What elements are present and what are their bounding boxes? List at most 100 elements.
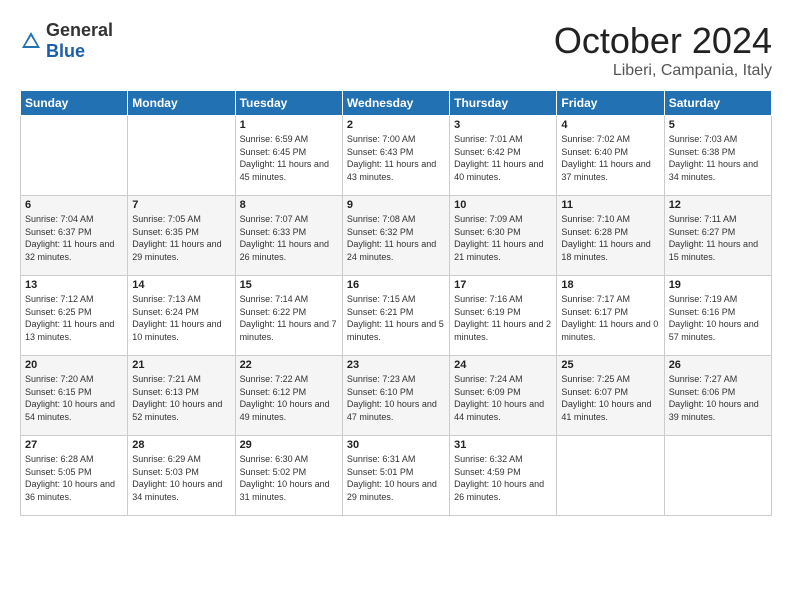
day-info: Sunrise: 7:03 AMSunset: 6:38 PMDaylight:…	[669, 133, 767, 183]
week-row: 27 Sunrise: 6:28 AMSunset: 5:05 PMDayligh…	[21, 436, 772, 516]
day-info: Sunrise: 7:12 AMSunset: 6:25 PMDaylight:…	[25, 293, 123, 343]
day-info: Sunrise: 7:24 AMSunset: 6:09 PMDaylight:…	[454, 373, 552, 423]
calendar-cell: 19 Sunrise: 7:19 AMSunset: 6:16 PMDayligh…	[664, 276, 771, 356]
day-number: 6	[25, 199, 123, 211]
day-number: 5	[669, 119, 767, 131]
week-row: 1 Sunrise: 6:59 AMSunset: 6:45 PMDaylight…	[21, 116, 772, 196]
day-number: 9	[347, 199, 445, 211]
day-number: 30	[347, 439, 445, 451]
day-info: Sunrise: 7:19 AMSunset: 6:16 PMDaylight:…	[669, 293, 767, 343]
calendar-cell: 2 Sunrise: 7:00 AMSunset: 6:43 PMDaylight…	[342, 116, 449, 196]
day-info: Sunrise: 7:13 AMSunset: 6:24 PMDaylight:…	[132, 293, 230, 343]
calendar-cell: 28 Sunrise: 6:29 AMSunset: 5:03 PMDayligh…	[128, 436, 235, 516]
day-number: 27	[25, 439, 123, 451]
day-number: 26	[669, 359, 767, 371]
day-number: 14	[132, 279, 230, 291]
calendar-cell: 13 Sunrise: 7:12 AMSunset: 6:25 PMDayligh…	[21, 276, 128, 356]
day-number: 31	[454, 439, 552, 451]
day-info: Sunrise: 7:01 AMSunset: 6:42 PMDaylight:…	[454, 133, 552, 183]
day-number: 21	[132, 359, 230, 371]
calendar-cell: 4Sunrise: 7:02 AMSunset: 6:40 PMDaylight…	[557, 116, 664, 196]
calendar-cell: 17Sunrise: 7:16 AMSunset: 6:19 PMDayligh…	[450, 276, 557, 356]
day-info: Sunrise: 6:59 AMSunset: 6:45 PMDaylight:…	[240, 133, 338, 183]
calendar-cell: 21 Sunrise: 7:21 AMSunset: 6:13 PMDayligh…	[128, 356, 235, 436]
day-info: Sunrise: 7:10 AMSunset: 6:28 PMDaylight:…	[561, 213, 659, 263]
calendar-cell: 10Sunrise: 7:09 AMSunset: 6:30 PMDayligh…	[450, 196, 557, 276]
day-number: 23	[347, 359, 445, 371]
location-title: Liberi, Campania, Italy	[554, 62, 772, 80]
calendar-cell: 23 Sunrise: 7:23 AMSunset: 6:10 PMDayligh…	[342, 356, 449, 436]
day-info: Sunrise: 6:29 AMSunset: 5:03 PMDaylight:…	[132, 453, 230, 503]
logo-blue: Blue	[46, 41, 85, 61]
day-number: 10	[454, 199, 552, 211]
calendar-table: SundayMondayTuesdayWednesdayThursdayFrid…	[20, 90, 772, 516]
header-day-saturday: Saturday	[664, 91, 771, 116]
page-header: General Blue October 2024 Liberi, Campan…	[20, 20, 772, 80]
title-block: October 2024 Liberi, Campania, Italy	[554, 20, 772, 80]
calendar-cell: 8Sunrise: 7:07 AMSunset: 6:33 PMDaylight…	[235, 196, 342, 276]
day-info: Sunrise: 7:00 AMSunset: 6:43 PMDaylight:…	[347, 133, 445, 183]
day-number: 17	[454, 279, 552, 291]
day-number: 25	[561, 359, 659, 371]
day-number: 19	[669, 279, 767, 291]
logo-general: General	[46, 20, 113, 40]
day-number: 7	[132, 199, 230, 211]
calendar-cell	[128, 116, 235, 196]
header-day-friday: Friday	[557, 91, 664, 116]
logo-icon	[20, 30, 42, 52]
day-info: Sunrise: 7:20 AMSunset: 6:15 PMDaylight:…	[25, 373, 123, 423]
calendar-cell: 12 Sunrise: 7:11 AMSunset: 6:27 PMDayligh…	[664, 196, 771, 276]
day-info: Sunrise: 7:15 AMSunset: 6:21 PMDaylight:…	[347, 293, 445, 343]
day-number: 24	[454, 359, 552, 371]
calendar-cell: 22 Sunrise: 7:22 AMSunset: 6:12 PMDayligh…	[235, 356, 342, 436]
day-number: 16	[347, 279, 445, 291]
header-day-tuesday: Tuesday	[235, 91, 342, 116]
day-number: 3	[454, 119, 552, 131]
calendar-cell: 14 Sunrise: 7:13 AMSunset: 6:24 PMDayligh…	[128, 276, 235, 356]
calendar-cell: 29 Sunrise: 6:30 AMSunset: 5:02 PMDayligh…	[235, 436, 342, 516]
day-info: Sunrise: 7:25 AMSunset: 6:07 PMDaylight:…	[561, 373, 659, 423]
calendar-cell: 7Sunrise: 7:05 AMSunset: 6:35 PMDaylight…	[128, 196, 235, 276]
day-number: 11	[561, 199, 659, 211]
header-day-monday: Monday	[128, 91, 235, 116]
day-info: Sunrise: 7:04 AMSunset: 6:37 PMDaylight:…	[25, 213, 123, 263]
calendar-cell: 6 Sunrise: 7:04 AMSunset: 6:37 PMDaylight…	[21, 196, 128, 276]
header-day-sunday: Sunday	[21, 91, 128, 116]
day-number: 2	[347, 119, 445, 131]
calendar-cell	[21, 116, 128, 196]
day-number: 1	[240, 119, 338, 131]
day-info: Sunrise: 7:21 AMSunset: 6:13 PMDaylight:…	[132, 373, 230, 423]
day-number: 20	[25, 359, 123, 371]
day-info: Sunrise: 7:23 AMSunset: 6:10 PMDaylight:…	[347, 373, 445, 423]
day-info: Sunrise: 6:31 AMSunset: 5:01 PMDaylight:…	[347, 453, 445, 503]
header-row: SundayMondayTuesdayWednesdayThursdayFrid…	[21, 91, 772, 116]
calendar-cell: 18Sunrise: 7:17 AMSunset: 6:17 PMDayligh…	[557, 276, 664, 356]
day-info: Sunrise: 7:14 AMSunset: 6:22 PMDaylight:…	[240, 293, 338, 343]
day-info: Sunrise: 7:11 AMSunset: 6:27 PMDaylight:…	[669, 213, 767, 263]
day-info: Sunrise: 7:17 AMSunset: 6:17 PMDaylight:…	[561, 293, 659, 343]
calendar-cell: 1 Sunrise: 6:59 AMSunset: 6:45 PMDaylight…	[235, 116, 342, 196]
day-number: 28	[132, 439, 230, 451]
header-day-thursday: Thursday	[450, 91, 557, 116]
day-info: Sunrise: 7:22 AMSunset: 6:12 PMDaylight:…	[240, 373, 338, 423]
day-info: Sunrise: 7:08 AMSunset: 6:32 PMDaylight:…	[347, 213, 445, 263]
day-info: Sunrise: 6:30 AMSunset: 5:02 PMDaylight:…	[240, 453, 338, 503]
day-info: Sunrise: 6:28 AMSunset: 5:05 PMDaylight:…	[25, 453, 123, 503]
week-row: 13 Sunrise: 7:12 AMSunset: 6:25 PMDayligh…	[21, 276, 772, 356]
month-title: October 2024	[554, 20, 772, 62]
day-number: 22	[240, 359, 338, 371]
day-number: 29	[240, 439, 338, 451]
day-number: 13	[25, 279, 123, 291]
calendar-cell	[557, 436, 664, 516]
calendar-cell: 15 Sunrise: 7:14 AMSunset: 6:22 PMDayligh…	[235, 276, 342, 356]
header-day-wednesday: Wednesday	[342, 91, 449, 116]
calendar-cell: 27 Sunrise: 6:28 AMSunset: 5:05 PMDayligh…	[21, 436, 128, 516]
calendar-cell: 5 Sunrise: 7:03 AMSunset: 6:38 PMDaylight…	[664, 116, 771, 196]
calendar-cell: 20 Sunrise: 7:20 AMSunset: 6:15 PMDayligh…	[21, 356, 128, 436]
calendar-cell: 16 Sunrise: 7:15 AMSunset: 6:21 PMDayligh…	[342, 276, 449, 356]
day-number: 12	[669, 199, 767, 211]
calendar-cell	[664, 436, 771, 516]
day-info: Sunrise: 7:07 AMSunset: 6:33 PMDaylight:…	[240, 213, 338, 263]
day-number: 15	[240, 279, 338, 291]
calendar-cell: 26Sunrise: 7:27 AMSunset: 6:06 PMDayligh…	[664, 356, 771, 436]
